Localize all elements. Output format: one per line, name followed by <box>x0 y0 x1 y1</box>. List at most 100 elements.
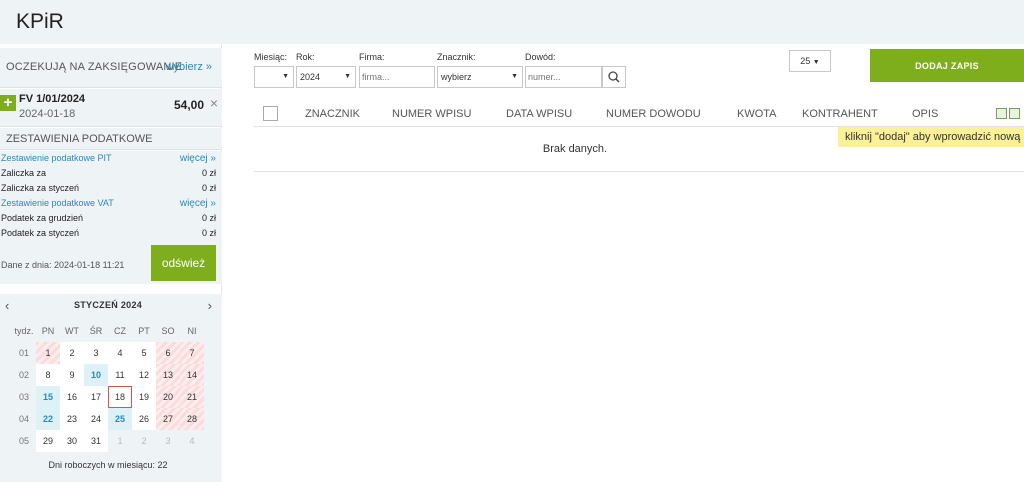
column-header[interactable]: OPIS <box>912 108 938 120</box>
vat-more-link[interactable]: więcej » <box>180 196 216 211</box>
calendar-day[interactable]: 4 <box>180 430 204 452</box>
table-header: ZNACZNIK NUMER WPISU DATA WPISU NUMER DO… <box>254 102 1024 127</box>
calendar-day[interactable]: 11 <box>108 364 132 386</box>
caret-down-icon: ▼ <box>282 73 289 80</box>
calendar-day[interactable]: 12 <box>132 364 156 386</box>
calendar: ‹ STYCZEŃ 2024 › tydz. PN WT ŚR CZ PT SO NI 01 1 2… <box>0 294 222 482</box>
tax-row-label: Zaliczka za <box>1 168 47 178</box>
export-icon[interactable] <box>996 108 1007 119</box>
column-header[interactable]: ZNACZNIK <box>305 108 360 120</box>
calendar-weekday-header: NI <box>187 326 197 336</box>
tag-select[interactable]: wybierz ▼ <box>437 66 523 88</box>
app-title: KPiR <box>16 10 64 33</box>
column-header[interactable]: DATA WPISU <box>506 108 572 120</box>
calendar-day[interactable]: 6 <box>156 342 180 364</box>
tax-title: ZESTAWIENIA PODATKOWE <box>6 133 153 145</box>
empty-message: Brak danych. <box>542 143 608 155</box>
tax-row: Podatek za styczeń 0 zł <box>0 226 222 241</box>
calendar-day[interactable]: 2 <box>60 342 84 364</box>
calendar-day[interactable]: 15 <box>36 386 60 408</box>
calendar-day-today[interactable]: 18 <box>108 386 132 408</box>
calendar-day[interactable]: 8 <box>36 364 60 386</box>
add-pending-icon[interactable]: + <box>0 95 16 111</box>
company-input[interactable] <box>359 66 435 88</box>
vat-summary-link[interactable]: Zestawienie podatkowe VAT <box>1 196 114 211</box>
calendar-day[interactable]: 1 <box>36 342 60 364</box>
pending-item[interactable]: + FV 1/01/2024 2024-01-18 54,00 × <box>0 89 222 127</box>
caret-down-icon: ▼ <box>511 73 518 80</box>
hint-tooltip: kliknij "dodaj" aby wprowadzić nową pozy… <box>838 127 1024 147</box>
calendar-day[interactable]: 2 <box>132 430 156 452</box>
calendar-day[interactable]: 14 <box>180 364 204 386</box>
select-all-checkbox[interactable] <box>263 106 278 121</box>
tax-summary: Zestawienie podatkowe PIT więcej » Zalic… <box>0 151 222 284</box>
proof-input[interactable] <box>525 66 602 88</box>
sidebar: OCZEKUJĄ NA ZAKSIĘGOWANIE wybierz » + FV… <box>0 44 222 482</box>
pending-title: OCZEKUJĄ NA ZAKSIĘGOWANIE <box>6 61 183 73</box>
calendar-day[interactable]: 26 <box>132 408 156 430</box>
tax-row: Podatek za grudzień 0 zł <box>0 211 222 226</box>
chevron-right-icon[interactable]: › <box>208 298 212 313</box>
calendar-day[interactable]: 17 <box>84 386 108 408</box>
search-button[interactable] <box>602 66 626 88</box>
tax-row-label: Zaliczka za styczeń <box>1 183 80 193</box>
calendar-day[interactable]: 30 <box>60 430 84 452</box>
calendar-day[interactable]: 7 <box>180 342 204 364</box>
calendar-day[interactable]: 19 <box>132 386 156 408</box>
calendar-day[interactable]: 24 <box>84 408 108 430</box>
month-label: Miesiąc: <box>254 52 288 62</box>
month-select[interactable]: ▼ <box>254 66 294 88</box>
calendar-day[interactable]: 20 <box>156 386 180 408</box>
pending-header: OCZEKUJĄ NA ZAKSIĘGOWANIE wybierz » <box>0 48 222 88</box>
proof-label: Dowód: <box>525 52 556 62</box>
calendar-week-number: 05 <box>18 436 29 446</box>
calendar-weekday-header: tydz. <box>14 326 34 336</box>
tax-row-value: 0 zł <box>201 168 216 178</box>
search-icon <box>608 71 620 83</box>
calendar-day[interactable]: 5 <box>132 342 156 364</box>
column-header[interactable]: KWOTA <box>737 108 777 120</box>
calendar-weekday-header: SO <box>161 326 175 336</box>
column-header[interactable]: NUMER WPISU <box>392 108 471 120</box>
calendar-weekday-header: PN <box>41 326 55 336</box>
pending-choose-link[interactable]: wybierz » <box>166 61 212 73</box>
pending-item-name: FV 1/01/2024 <box>19 93 86 105</box>
calendar-day[interactable]: 22 <box>36 408 60 430</box>
calendar-day[interactable]: 28 <box>180 408 204 430</box>
tag-label: Znacznik: <box>437 52 476 62</box>
calendar-day[interactable]: 9 <box>60 364 84 386</box>
add-entry-button[interactable]: DODAJ ZAPIS <box>870 49 1024 82</box>
column-header[interactable]: NUMER DOWODU <box>606 108 701 120</box>
calendar-day[interactable]: 16 <box>60 386 84 408</box>
page-size-select[interactable]: 25 ▼ <box>789 50 831 72</box>
spreadsheet-icon[interactable] <box>1009 108 1020 119</box>
calendar-week-number: 03 <box>18 392 29 402</box>
tax-row-value: 0 zł <box>201 183 216 193</box>
tax-row: Zaliczka za 0 zł <box>0 166 222 181</box>
calendar-day[interactable]: 31 <box>84 430 108 452</box>
page-size-value: 25 <box>800 56 811 66</box>
year-select[interactable]: 2024 ▼ <box>296 66 356 88</box>
tax-row-vat: Zestawienie podatkowe VAT więcej » <box>0 196 222 211</box>
calendar-day[interactable]: 3 <box>156 430 180 452</box>
calendar-weekday-header: PT <box>138 326 150 336</box>
calendar-day[interactable]: 13 <box>156 364 180 386</box>
caret-down-icon: ▼ <box>344 73 351 80</box>
pending-item-date: 2024-01-18 <box>19 108 76 120</box>
calendar-day[interactable]: 27 <box>156 408 180 430</box>
close-icon[interactable]: × <box>210 95 218 111</box>
calendar-day[interactable]: 4 <box>108 342 132 364</box>
calendar-day[interactable]: 23 <box>60 408 84 430</box>
calendar-day[interactable]: 10 <box>84 364 108 386</box>
refresh-button[interactable]: odśwież <box>151 245 216 281</box>
pit-more-link[interactable]: więcej » <box>180 151 216 166</box>
calendar-day[interactable]: 21 <box>180 386 204 408</box>
calendar-week-number: 02 <box>18 370 29 380</box>
calendar-day[interactable]: 25 <box>108 408 132 430</box>
pit-summary-link[interactable]: Zestawienie podatkowe PIT <box>1 151 112 166</box>
calendar-month: STYCZEŃ 2024 <box>73 300 143 310</box>
calendar-day[interactable]: 1 <box>108 430 132 452</box>
calendar-day[interactable]: 3 <box>84 342 108 364</box>
column-header[interactable]: KONTRAHENT <box>802 108 878 120</box>
calendar-day[interactable]: 29 <box>36 430 60 452</box>
